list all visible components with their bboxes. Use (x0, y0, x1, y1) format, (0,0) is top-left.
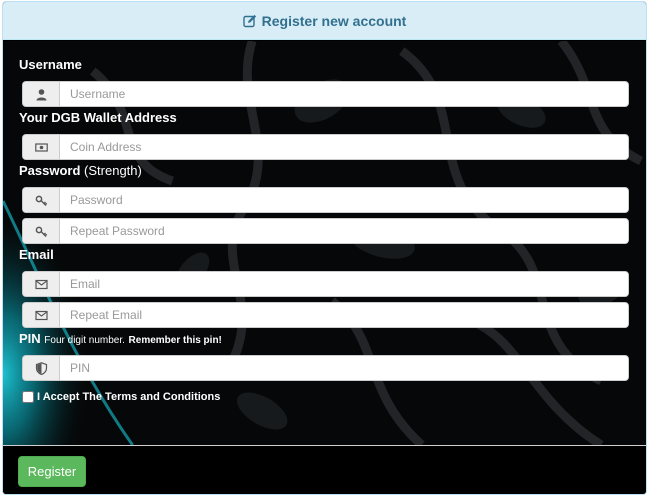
repeat-password-group (22, 218, 629, 244)
terms-row: I Accept The Terms and Conditions (22, 391, 220, 403)
email-group (22, 271, 629, 297)
wallet-address-input[interactable] (60, 135, 628, 159)
edit-icon (242, 14, 256, 27)
username-group (22, 81, 629, 107)
envelope-icon (23, 272, 60, 296)
form-body: Username Your DGB Wallet Address Passwor… (3, 41, 646, 445)
terms-label: I Accept The Terms and Conditions (37, 391, 221, 403)
terms-checkbox[interactable] (22, 391, 34, 403)
password-label: Password (Strength) (19, 163, 142, 178)
email-input[interactable] (60, 272, 628, 296)
page-title: Register new account (261, 12, 407, 29)
username-label: Username (19, 57, 82, 72)
money-icon (23, 135, 60, 159)
repeat-password-input[interactable] (60, 219, 628, 243)
repeat-email-group (22, 302, 629, 328)
password-group (22, 187, 629, 213)
password-strength-label: (Strength) (84, 163, 142, 178)
panel-footer: Register (3, 445, 646, 494)
user-icon (23, 82, 60, 106)
pin-label-text: PIN (19, 331, 41, 346)
panel-heading: Register new account (3, 2, 646, 40)
wallet-group (22, 134, 629, 160)
pin-group (22, 355, 629, 381)
pin-input[interactable] (60, 356, 628, 380)
pin-hint-strong: Remember this pin! (128, 335, 222, 346)
wallet-label: Your DGB Wallet Address (19, 110, 177, 125)
pin-label: PIN Four digit number. Remember this pin… (19, 331, 222, 346)
key-icon (23, 188, 60, 212)
register-button[interactable]: Register (18, 456, 86, 487)
pin-hint: Four digit number. (44, 335, 125, 346)
password-input[interactable] (60, 188, 628, 212)
shield-icon (23, 356, 60, 380)
register-panel: Register new account Username Username Y… (2, 1, 647, 495)
repeat-email-input[interactable] (60, 303, 628, 327)
email-label: Email (19, 247, 54, 262)
password-label-text: Password (19, 163, 81, 178)
envelope-icon (23, 303, 60, 327)
username-input[interactable] (60, 82, 628, 106)
key-icon (23, 219, 60, 243)
